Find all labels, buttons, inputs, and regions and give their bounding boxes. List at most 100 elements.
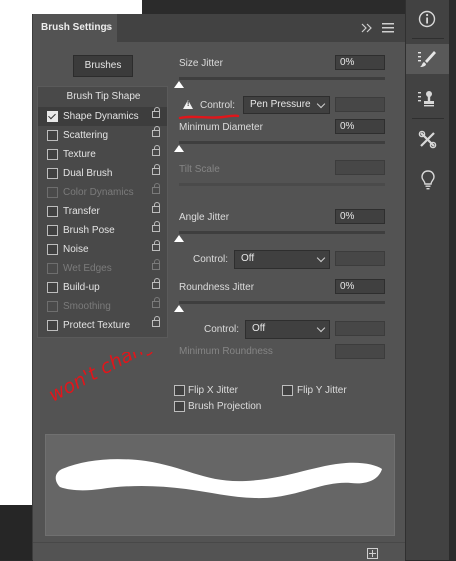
info-button[interactable] (406, 4, 450, 34)
protect-texture-checkbox[interactable] (47, 320, 58, 331)
brushes-button[interactable]: Brushes (73, 55, 133, 77)
angle-jitter-label: Angle Jitter (179, 212, 230, 223)
section-color-dynamics: Color Dynamics (38, 183, 167, 202)
lock-icon[interactable] (152, 202, 160, 213)
brush-settings-icon (418, 51, 436, 67)
tilt-scale-slider (179, 183, 385, 186)
red-annotation-underline (178, 114, 240, 120)
angle-control-extra-input (335, 251, 385, 266)
section-brush-pose[interactable]: Brush Pose (38, 221, 167, 240)
size-jitter-slider-thumb[interactable] (174, 81, 184, 88)
section-scattering[interactable]: Scattering (38, 126, 167, 145)
minimum-roundness-input (335, 344, 385, 359)
size-jitter-slider[interactable] (179, 77, 385, 80)
minimum-diameter-slider-thumb[interactable] (174, 145, 184, 152)
lock-icon[interactable] (152, 240, 160, 251)
info-icon (418, 10, 436, 28)
shape-dynamics-checkbox[interactable] (47, 111, 58, 122)
double-chevron-right-icon[interactable] (359, 21, 375, 35)
tab-title: Brush Settings (41, 22, 113, 33)
roundness-jitter-slider[interactable] (179, 301, 385, 304)
section-texture[interactable]: Texture (38, 145, 167, 164)
workspace-background (0, 505, 32, 560)
workspace-edge (449, 0, 456, 560)
section-dual-brush[interactable]: Dual Brush (38, 164, 167, 183)
warning-icon: ! (183, 100, 193, 109)
lock-icon[interactable] (152, 126, 160, 137)
texture-checkbox[interactable] (47, 149, 58, 160)
lock-icon (152, 183, 160, 194)
noise-checkbox[interactable] (47, 244, 58, 255)
toolbar-divider (412, 118, 444, 119)
minimum-diameter-slider[interactable] (179, 141, 385, 144)
brush-projection-checkbox[interactable] (174, 401, 185, 412)
brush-settings-panel: Brush Settings × Brushes Brush Tip Shape… (32, 14, 405, 561)
size-jitter-input[interactable]: 0% (335, 55, 385, 70)
section-smoothing: Smoothing (38, 297, 167, 316)
tool-presets-button[interactable] (406, 124, 450, 154)
lock-icon (152, 297, 160, 308)
roundness-control-dropdown[interactable]: Off (245, 320, 330, 339)
minimum-diameter-label: Minimum Diameter (179, 122, 263, 133)
roundness-control-value: Off (252, 323, 266, 334)
roundness-control-label: Control: (204, 324, 240, 335)
angle-control-value: Off (241, 253, 255, 264)
tab-close-button[interactable]: × (105, 15, 115, 41)
angle-jitter-slider-thumb[interactable] (174, 235, 184, 242)
roundness-jitter-label: Roundness Jitter (179, 282, 255, 293)
clone-source-icon (418, 91, 434, 107)
brush-settings-toolbar-button[interactable] (406, 44, 450, 74)
roundness-jitter-slider-thumb[interactable] (174, 305, 184, 312)
panel-tab-bar: Brush Settings × (33, 14, 405, 42)
section-protect-texture[interactable]: Protect Texture (38, 316, 167, 335)
lock-icon[interactable] (152, 278, 160, 289)
angle-control-dropdown[interactable]: Off (234, 250, 330, 269)
dual-brush-checkbox[interactable] (47, 168, 58, 179)
brush-tip-shape-item[interactable]: Brush Tip Shape (38, 89, 169, 105)
lightbulb-icon (421, 170, 435, 190)
tilt-scale-input (335, 160, 385, 175)
section-label: Shape Dynamics (63, 111, 139, 122)
size-control-dropdown[interactable]: Pen Pressure (243, 96, 330, 114)
lock-icon[interactable] (152, 107, 160, 118)
lock-icon[interactable] (152, 145, 160, 156)
section-label: Protect Texture (63, 320, 131, 331)
section-label: Wet Edges (63, 263, 112, 274)
section-label: Color Dynamics (63, 187, 134, 198)
minimum-diameter-input[interactable]: 0% (335, 119, 385, 134)
document-canvas (0, 0, 32, 505)
lock-icon[interactable] (152, 221, 160, 232)
section-label: Dual Brush (63, 168, 113, 179)
flip-x-jitter-checkbox[interactable] (174, 385, 185, 396)
section-build-up[interactable]: Build-up (38, 278, 167, 297)
angle-jitter-slider[interactable] (179, 231, 385, 234)
build-up-checkbox[interactable] (47, 282, 58, 293)
lock-icon[interactable] (152, 316, 160, 327)
clone-source-button[interactable] (406, 84, 450, 114)
color-dynamics-checkbox (47, 187, 58, 198)
annotation-text: won't change (47, 352, 167, 406)
learn-button[interactable] (406, 164, 450, 194)
section-label: Build-up (63, 282, 100, 293)
transfer-checkbox[interactable] (47, 206, 58, 217)
tools-icon (418, 130, 437, 149)
brush-sections-list: Brush Tip Shape Shape Dynamics Scatterin… (37, 86, 168, 338)
hamburger-menu-icon[interactable] (381, 22, 395, 34)
lock-icon[interactable] (152, 164, 160, 175)
roundness-jitter-input[interactable]: 0% (335, 279, 385, 294)
create-new-brush-icon[interactable] (367, 548, 378, 559)
section-transfer[interactable]: Transfer (38, 202, 167, 221)
flip-y-jitter-checkbox[interactable] (282, 385, 293, 396)
toolbar-divider (412, 38, 444, 39)
section-shape-dynamics[interactable]: Shape Dynamics (38, 107, 167, 126)
smoothing-checkbox (47, 301, 58, 312)
panel-controls (359, 20, 399, 36)
tilt-scale-label: Tilt Scale (179, 164, 220, 175)
flip-x-jitter-label: Flip X Jitter (188, 385, 239, 396)
brush-pose-checkbox[interactable] (47, 225, 58, 236)
angle-jitter-input[interactable]: 0% (335, 209, 385, 224)
section-label: Noise (63, 244, 89, 255)
size-jitter-label: Size Jitter (179, 58, 223, 69)
section-noise[interactable]: Noise (38, 240, 167, 259)
scattering-checkbox[interactable] (47, 130, 58, 141)
